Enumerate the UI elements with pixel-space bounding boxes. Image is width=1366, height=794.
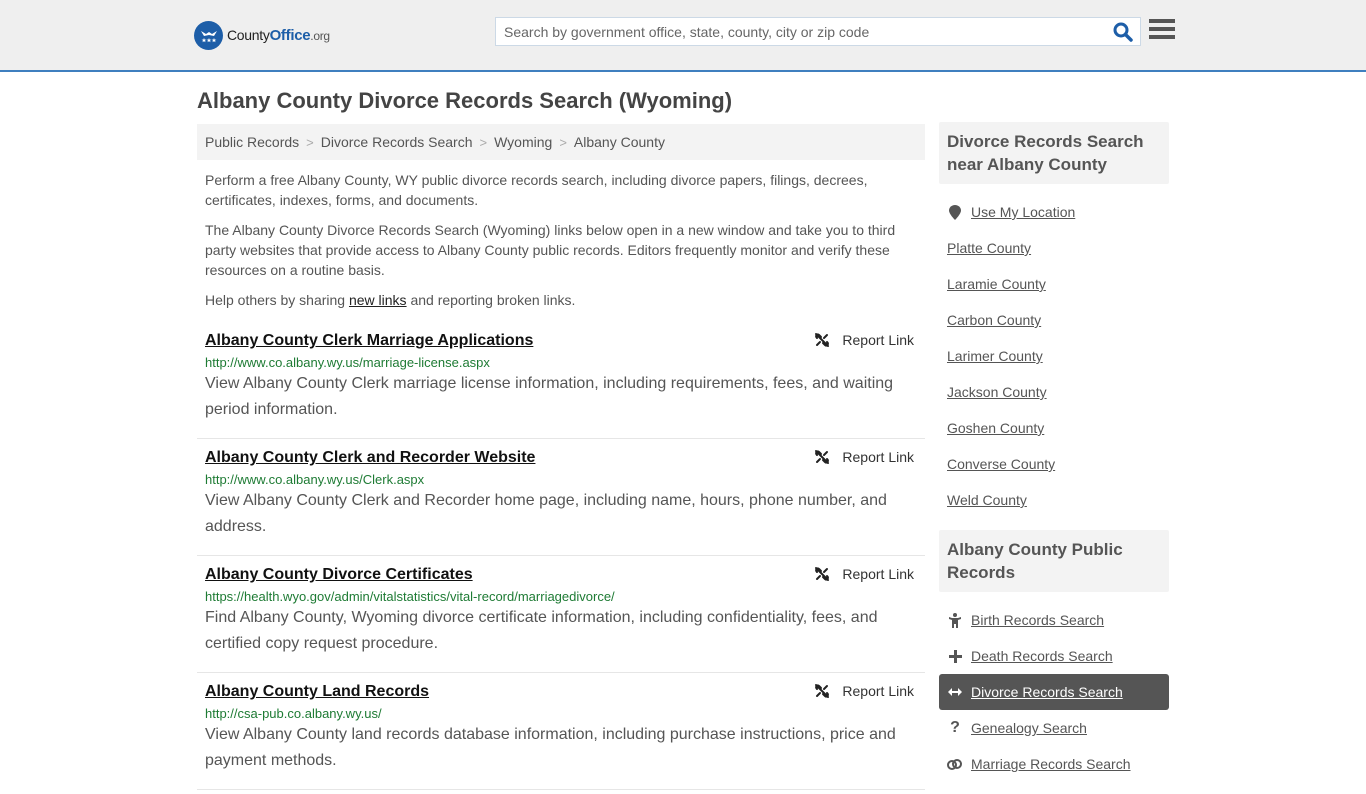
birth-records-search-link[interactable]: Birth Records Search [971,612,1104,628]
search-box [495,17,1141,46]
resource-link-card: Albany County Clerk Marriage Application… [197,322,925,439]
breadcrumb-separator: > [306,134,314,150]
report-link-label: Report Link [842,332,914,348]
page-title: Albany County Divorce Records Search (Wy… [197,88,733,113]
resource-link-card: Albany County Divorce Certificates Repor… [197,556,925,673]
nearby-county-link[interactable]: Platte County [947,240,1031,256]
report-link-button[interactable]: Report Link [814,332,914,348]
resource-link-title[interactable]: Albany County Clerk Marriage Application… [205,332,533,350]
search-input[interactable] [496,18,1106,45]
public-records-item-birth: Birth Records Search [939,602,1169,638]
breadcrumb-albany-county[interactable]: Albany County [574,134,665,150]
divorce-records-search-link[interactable]: Divorce Records Search [971,684,1123,700]
nearby-county-link[interactable]: Carbon County [947,312,1041,328]
resource-link-url: http://csa-pub.co.albany.wy.us/ [205,706,382,721]
broken-link-icon [815,567,830,581]
resource-link-description: View Albany County Clerk and Recorder ho… [205,492,887,535]
rings-icon [947,758,963,770]
intro-paragraph-2: The Albany County Divorce Records Search… [205,222,896,278]
map-marker-icon [947,204,963,220]
eagle-logo-icon [194,21,223,50]
resource-link-title[interactable]: Albany County Clerk and Recorder Website [205,449,535,467]
child-icon [947,612,963,628]
nearby-county-link[interactable]: Laramie County [947,276,1046,292]
nearby-county-item: Laramie County [939,266,1169,302]
resource-links-list: Albany County Clerk Marriage Application… [197,322,925,790]
logo-org: .org [310,29,330,43]
intro-text: Perform a free Albany County, WY public … [205,170,920,320]
marriage-records-search-link[interactable]: Marriage Records Search [971,756,1131,772]
resource-link-url: http://www.co.albany.wy.us/Clerk.aspx [205,472,425,487]
arrows-horizontal-icon [947,687,963,697]
report-link-button[interactable]: Report Link [814,566,914,582]
nearby-heading: Divorce Records Search near Albany Count… [939,122,1169,184]
nearby-county-item: Carbon County [939,302,1169,338]
public-records-item-marriage: Marriage Records Search [939,746,1169,782]
use-my-location-link[interactable]: Use My Location [971,204,1075,220]
nearby-counties-list: Use My Location Platte County Laramie Co… [939,184,1169,530]
question-icon: ? [950,719,960,736]
resource-link-description: Find Albany County, Wyoming divorce cert… [205,609,878,652]
breadcrumb-separator: > [479,134,488,150]
public-records-item-death: Death Records Search [939,638,1169,674]
use-my-location-item: Use My Location [939,194,1169,230]
site-header: CountyOffice.org [0,0,1366,72]
breadcrumb-public-records[interactable]: Public Records [205,134,299,150]
death-records-search-link[interactable]: Death Records Search [971,648,1113,664]
nearby-county-item: Jackson County [939,374,1169,410]
resource-link-title[interactable]: Albany County Divorce Certificates [205,566,473,584]
broken-link-icon [815,684,830,698]
plus-icon [947,649,963,663]
intro-paragraph-1: Perform a free Albany County, WY public … [205,172,868,208]
search-icon[interactable] [1112,21,1134,43]
intro-help-text-end: and reporting broken links. [406,292,576,308]
nearby-county-item: Weld County [939,482,1169,518]
intro-help-text: Help others by sharing [205,292,349,308]
resource-link-card: Albany County Land Records Report Link h… [197,673,925,790]
nearby-county-link[interactable]: Jackson County [947,384,1047,400]
resource-link-url: http://www.co.albany.wy.us/marriage-lice… [205,355,490,370]
public-records-heading: Albany County Public Records [939,530,1169,592]
report-link-label: Report Link [842,449,914,465]
breadcrumb: Public Records > Divorce Records Search … [197,124,925,160]
public-records-item-genealogy: ? Genealogy Search [939,710,1169,746]
resource-link-description: View Albany County land records database… [205,726,896,769]
resource-link-description: View Albany County Clerk marriage licens… [205,375,894,418]
intro-paragraph-3: Help others by sharing new links and rep… [205,290,920,310]
nearby-county-item: Larimer County [939,338,1169,374]
report-link-button[interactable]: Report Link [814,449,914,465]
report-link-button[interactable]: Report Link [814,683,914,699]
breadcrumb-wyoming[interactable]: Wyoming [494,134,552,150]
site-logo[interactable]: CountyOffice.org [194,21,330,50]
breadcrumb-divorce-records-search[interactable]: Divorce Records Search [321,134,473,150]
logo-county: County [227,27,270,43]
nearby-county-link[interactable]: Weld County [947,492,1027,508]
resource-link-url: https://health.wyo.gov/admin/vitalstatis… [205,589,615,604]
nearby-county-link[interactable]: Goshen County [947,420,1044,436]
resource-link-title[interactable]: Albany County Land Records [205,683,429,701]
resource-link-card: Albany County Clerk and Recorder Website… [197,439,925,556]
public-records-list: Birth Records Search Death Records Searc… [939,592,1169,794]
logo-wordmark: CountyOffice.org [227,27,330,44]
nearby-county-item: Platte County [939,230,1169,266]
public-records-item-divorce: Divorce Records Search [939,674,1169,710]
broken-link-icon [815,450,830,464]
logo-office: Office [269,27,311,44]
hamburger-menu-icon[interactable] [1149,19,1175,43]
nearby-county-link[interactable]: Converse County [947,456,1055,472]
report-link-label: Report Link [842,566,914,582]
genealogy-search-link[interactable]: Genealogy Search [971,720,1087,736]
broken-link-icon [815,333,830,347]
nearby-county-item: Goshen County [939,410,1169,446]
new-links-link[interactable]: new links [349,292,407,308]
breadcrumb-separator: > [559,134,567,150]
report-link-label: Report Link [842,683,914,699]
nearby-county-item: Converse County [939,446,1169,482]
nearby-county-link[interactable]: Larimer County [947,348,1043,364]
sidebar: Divorce Records Search near Albany Count… [939,122,1169,794]
